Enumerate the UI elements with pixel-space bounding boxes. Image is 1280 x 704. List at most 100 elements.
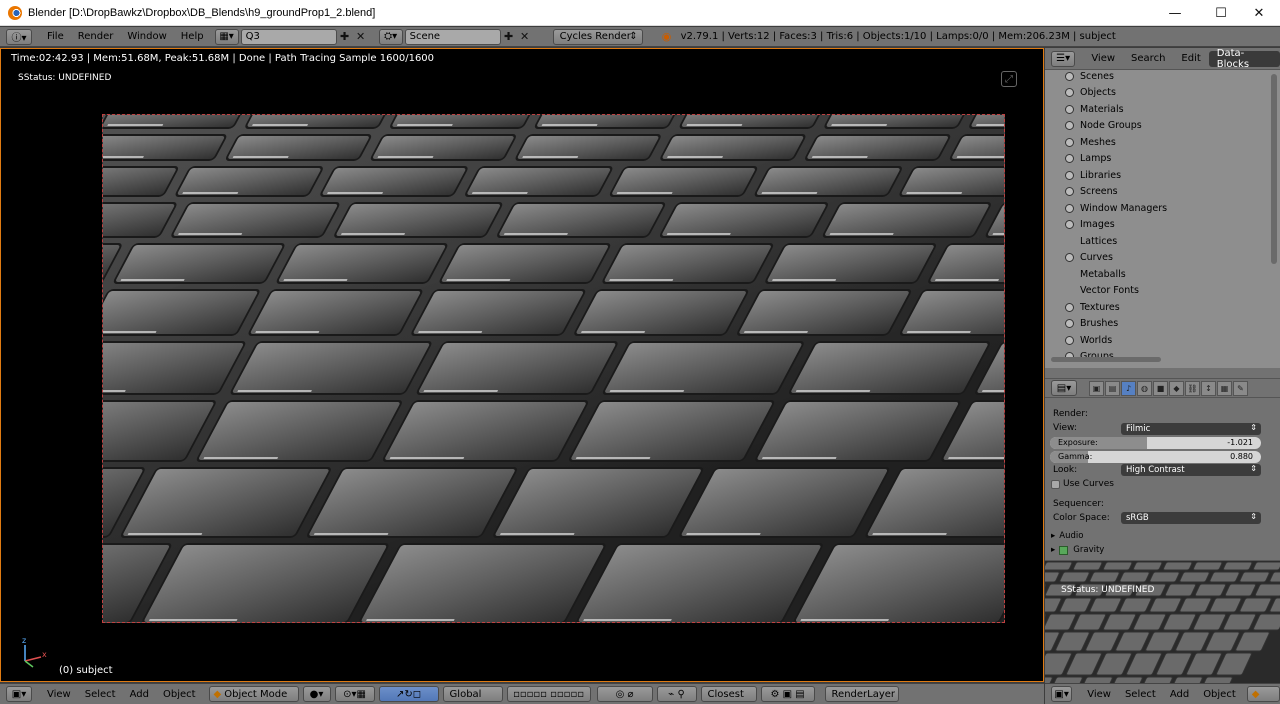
add-scene-icon[interactable]: ✚ [501,29,517,45]
outliner-vertical-scrollbar[interactable] [1271,74,1277,264]
pivot-point-button[interactable]: ⊙▾▦ [334,686,375,702]
expand-icon[interactable] [1065,137,1074,147]
render-buttons[interactable]: ⚙ ▣ ▤ [760,686,815,702]
outliner-item-objects[interactable]: Objects [1065,85,1116,101]
editor-type-properties-button[interactable]: ▤▾ [1051,380,1077,396]
menu-help[interactable]: Help [174,31,211,42]
menu-file[interactable]: File [40,31,71,42]
viewport-shading-button[interactable]: ●▾ [302,686,331,702]
expand-icon[interactable] [1065,335,1074,345]
outliner-item-brushes[interactable]: Brushes [1065,316,1118,332]
exposure-slider[interactable]: Exposure: -1.021 [1050,437,1261,449]
expand-icon[interactable] [1065,319,1074,328]
render-engine-select[interactable]: Cycles Render ⇕ [552,28,643,45]
outliner-item-scenes[interactable]: Scenes [1065,70,1114,84]
render-layer-select[interactable]: RenderLayer [824,686,899,702]
menu-add-right[interactable]: Add [1163,689,1196,700]
look-label: Look: [1053,465,1078,475]
close-button[interactable]: ✕ [1236,0,1280,26]
remove-screen-icon[interactable]: ✕ [353,29,369,45]
editor-type-3dview-button[interactable]: ▣▾ [6,686,32,702]
outliner-item-metaballs[interactable]: Metaballs [1065,266,1126,282]
audio-panel-header[interactable]: ▸ Audio [1045,529,1280,543]
mode-select[interactable]: ◆ Object Mode [208,686,299,702]
menu-view-right[interactable]: View [1080,689,1118,700]
outliner-item-screens[interactable]: Screens [1065,184,1118,200]
tab-data-blocks[interactable]: Data-Blocks [1208,48,1280,70]
expand-icon[interactable] [1065,170,1074,180]
outliner-item-images[interactable]: Images [1065,217,1115,233]
expand-icon[interactable] [1065,220,1074,229]
expand-icon[interactable] [1065,71,1074,81]
outliner-item-worlds[interactable]: Worlds [1065,332,1112,348]
tab-search[interactable]: Search [1123,51,1173,67]
expand-icon[interactable] [1065,187,1074,196]
outliner-item-vector-fonts[interactable]: Vector Fonts [1065,283,1139,299]
tab-edit[interactable]: Edit [1173,51,1208,67]
add-screen-icon[interactable]: ✚ [337,29,353,45]
expand-icon[interactable] [1065,203,1074,213]
menu-window[interactable]: Window [120,31,173,42]
mode-select-right[interactable]: ◆ [1246,686,1280,702]
3d-viewport[interactable]: Time:02:42.93 | Mem:51.68M, Peak:51.68M … [0,48,1044,682]
remove-scene-icon[interactable]: ✕ [517,29,533,45]
outliner-item-curves[interactable]: Curves [1065,250,1113,266]
outliner-horizontal-scrollbar[interactable] [1051,357,1161,362]
texture-tab-icon[interactable]: ▦ [1217,380,1232,396]
expand-icon[interactable] [1065,121,1074,130]
outliner-item-materials[interactable]: Materials [1065,101,1124,117]
outliner-item-textures[interactable]: Textures [1065,299,1120,315]
editor-type-info-button[interactable]: ⓘ▾ [6,28,32,45]
snap-target-select[interactable]: Closest [700,686,757,702]
tab-view[interactable]: View [1083,51,1123,67]
gravity-checkbox[interactable] [1059,545,1069,555]
layers-tab-icon[interactable]: ▤ [1105,380,1120,396]
expand-icon[interactable] [1065,253,1074,262]
modifier-tab-icon[interactable]: ↕ [1201,380,1216,396]
layers-grid[interactable]: ▫▫▫▫▫ ▫▫▫▫▫ [506,686,591,702]
outliner-item-node-groups[interactable]: Node Groups [1065,118,1142,134]
editor-type-3dview-button-right[interactable]: ▣▾ [1051,686,1073,702]
outliner-item-libraries[interactable]: Libraries [1065,167,1121,183]
menu-add[interactable]: Add [123,689,156,700]
snap-toggle-button[interactable]: ⌁ ⚲ [656,686,697,702]
screen-layout-field[interactable]: Q3 [240,28,337,45]
minimize-button[interactable]: — [1152,0,1198,26]
menu-select[interactable]: Select [78,689,123,700]
render-tab-icon[interactable]: ▣ [1089,380,1104,396]
outliner-list[interactable]: Scenes Objects Materials Node Groups Meshes L… [1045,70,1280,368]
menu-render[interactable]: Render [71,31,121,42]
outliner-item-lamps[interactable]: Lamps [1065,151,1111,167]
material-tab-icon[interactable]: ◆ [1169,380,1184,396]
menu-view[interactable]: View [40,689,78,700]
color-space-select[interactable]: sRGB ⇕ [1121,512,1261,524]
menu-select-right[interactable]: Select [1118,689,1163,700]
scene-icon[interactable]: ⛭▾ [378,28,403,45]
expand-icon[interactable] [1065,154,1074,163]
menu-object[interactable]: Object [156,689,203,700]
object-tab-icon[interactable]: ■ [1153,380,1168,396]
look-select[interactable]: High Contrast ⇕ [1121,464,1261,476]
proportional-edit-button[interactable]: ◎ ⌀ [596,686,653,702]
use-curves-checkbox[interactable] [1051,480,1060,489]
gravity-panel-header[interactable]: ▸ Gravity [1045,543,1280,557]
editor-type-outliner-button[interactable]: ☰▾ [1051,50,1076,67]
expand-icon[interactable] [1065,302,1074,312]
camera-view-icon[interactable]: ⤢ [1001,71,1017,87]
menu-object-right[interactable]: Object [1196,689,1243,700]
outliner-item-meshes[interactable]: Meshes [1065,134,1116,150]
outliner-item-lattices[interactable]: Lattices [1065,233,1117,249]
expand-icon[interactable] [1065,88,1074,97]
expand-icon[interactable] [1065,104,1074,114]
manipulator-buttons[interactable]: ↗↻◻ [378,686,439,702]
physics-tab-icon[interactable]: ✎ [1233,380,1248,396]
outliner-item-window-managers[interactable]: Window Managers [1065,200,1167,216]
view-transform-select[interactable]: Filmic ⇕ [1121,423,1261,435]
world-tab-icon[interactable]: ◍ [1137,380,1152,396]
constraints-tab-icon[interactable]: ⛓ [1185,380,1200,396]
scene-field[interactable]: Scene [404,28,501,45]
transform-orientation-select[interactable]: Global [442,686,503,702]
scene-tab-icon[interactable]: ♪ [1121,380,1136,396]
gamma-slider[interactable]: Gamma: 0.880 [1050,451,1261,463]
screen-layout-icon[interactable]: ▦▾ [214,28,239,45]
